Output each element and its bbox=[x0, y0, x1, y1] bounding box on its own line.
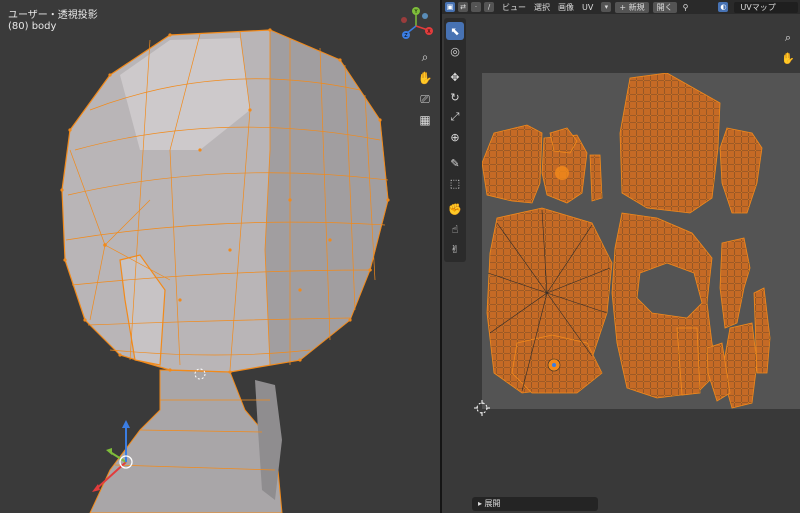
annotate-icon[interactable]: ✎ bbox=[446, 154, 464, 172]
open-image-button[interactable]: 開く bbox=[652, 1, 677, 13]
3d-viewport[interactable]: ユーザー・透視投影 (80) body Y Z X ⌕ ✋ ⎚ ▦ bbox=[0, 0, 440, 513]
gizmo-x-label: X bbox=[427, 29, 431, 35]
move-icon[interactable]: ✥ bbox=[446, 68, 464, 86]
uv-islands[interactable] bbox=[482, 73, 800, 409]
viewport-mode-label: ユーザー・透視投影 bbox=[8, 10, 98, 21]
character-mesh[interactable] bbox=[0, 0, 440, 513]
cursor-icon[interactable]: ◎ bbox=[446, 42, 464, 60]
2d-cursor[interactable] bbox=[474, 400, 490, 416]
transform-icon[interactable]: ⊕ bbox=[446, 128, 464, 146]
menu-select[interactable]: 選択 bbox=[534, 2, 550, 13]
menu-image[interactable]: 画像 bbox=[558, 2, 574, 13]
zoom-icon[interactable]: ⌕ bbox=[416, 48, 434, 66]
sync-icon[interactable]: ⇄ bbox=[458, 2, 468, 12]
relax-icon[interactable]: ☝ bbox=[446, 220, 464, 238]
vertex-select-icon[interactable]: · bbox=[471, 2, 481, 12]
new-image-button[interactable]: + 新規 bbox=[615, 1, 649, 13]
camera-icon[interactable]: ⎚ bbox=[416, 90, 434, 108]
scale-icon[interactable]: ⤢ bbox=[446, 108, 464, 126]
pin-icon[interactable]: ⚲ bbox=[683, 3, 689, 12]
uv-nav-tools: ⌕ ✋ bbox=[780, 30, 798, 70]
uv-toolbar: ⬉ ◎ ✥ ↻ ⤢ ⊕ ✎ ⬚ ✊ ☝ ✌ bbox=[444, 18, 466, 262]
editor-type-icon[interactable]: ▣ bbox=[445, 2, 455, 12]
pinch-icon[interactable]: ✌ bbox=[446, 240, 464, 258]
unwrap-operator-panel[interactable]: ▸ 展開 bbox=[472, 497, 598, 511]
select-icon[interactable]: ⬉ bbox=[446, 22, 464, 40]
cube-icon[interactable]: ⬚ bbox=[446, 174, 464, 192]
menu-view[interactable]: ビュー bbox=[502, 2, 526, 13]
navigation-gizmo[interactable]: Y Z X bbox=[396, 6, 436, 46]
gizmo-z-label: Z bbox=[404, 33, 408, 39]
uv-editor-header: ▣ ⇄ · / ビュー 選択 画像 UV ▾ + 新規 開く ⚲ ◐ UVマップ bbox=[442, 0, 800, 14]
uv-editor[interactable]: ▣ ⇄ · / ビュー 選択 画像 UV ▾ + 新規 開く ⚲ ◐ UVマップ bbox=[442, 0, 800, 513]
menu-uv[interactable]: UV bbox=[582, 3, 593, 12]
hand-icon[interactable]: ✋ bbox=[780, 50, 796, 66]
grid-icon[interactable]: ▦ bbox=[416, 111, 434, 129]
edge-select-icon[interactable]: / bbox=[484, 2, 494, 12]
object-label: (80) body bbox=[8, 21, 57, 32]
viewport-nav-tools: ⌕ ✋ ⎚ ▦ bbox=[416, 48, 436, 132]
uvmap-icon[interactable]: ◐ bbox=[718, 2, 729, 12]
image-browse-icon[interactable]: ▾ bbox=[601, 2, 612, 12]
grab-icon[interactable]: ✊ bbox=[446, 200, 464, 218]
uvmap-field[interactable]: UVマップ bbox=[734, 1, 799, 13]
rotate-icon[interactable]: ↻ bbox=[446, 88, 464, 106]
hand-icon[interactable]: ✋ bbox=[416, 69, 434, 87]
zoom-icon[interactable]: ⌕ bbox=[780, 30, 796, 46]
blender-window: ユーザー・透視投影 (80) body Y Z X ⌕ ✋ ⎚ ▦ ▣ ⇄ · bbox=[0, 0, 800, 513]
